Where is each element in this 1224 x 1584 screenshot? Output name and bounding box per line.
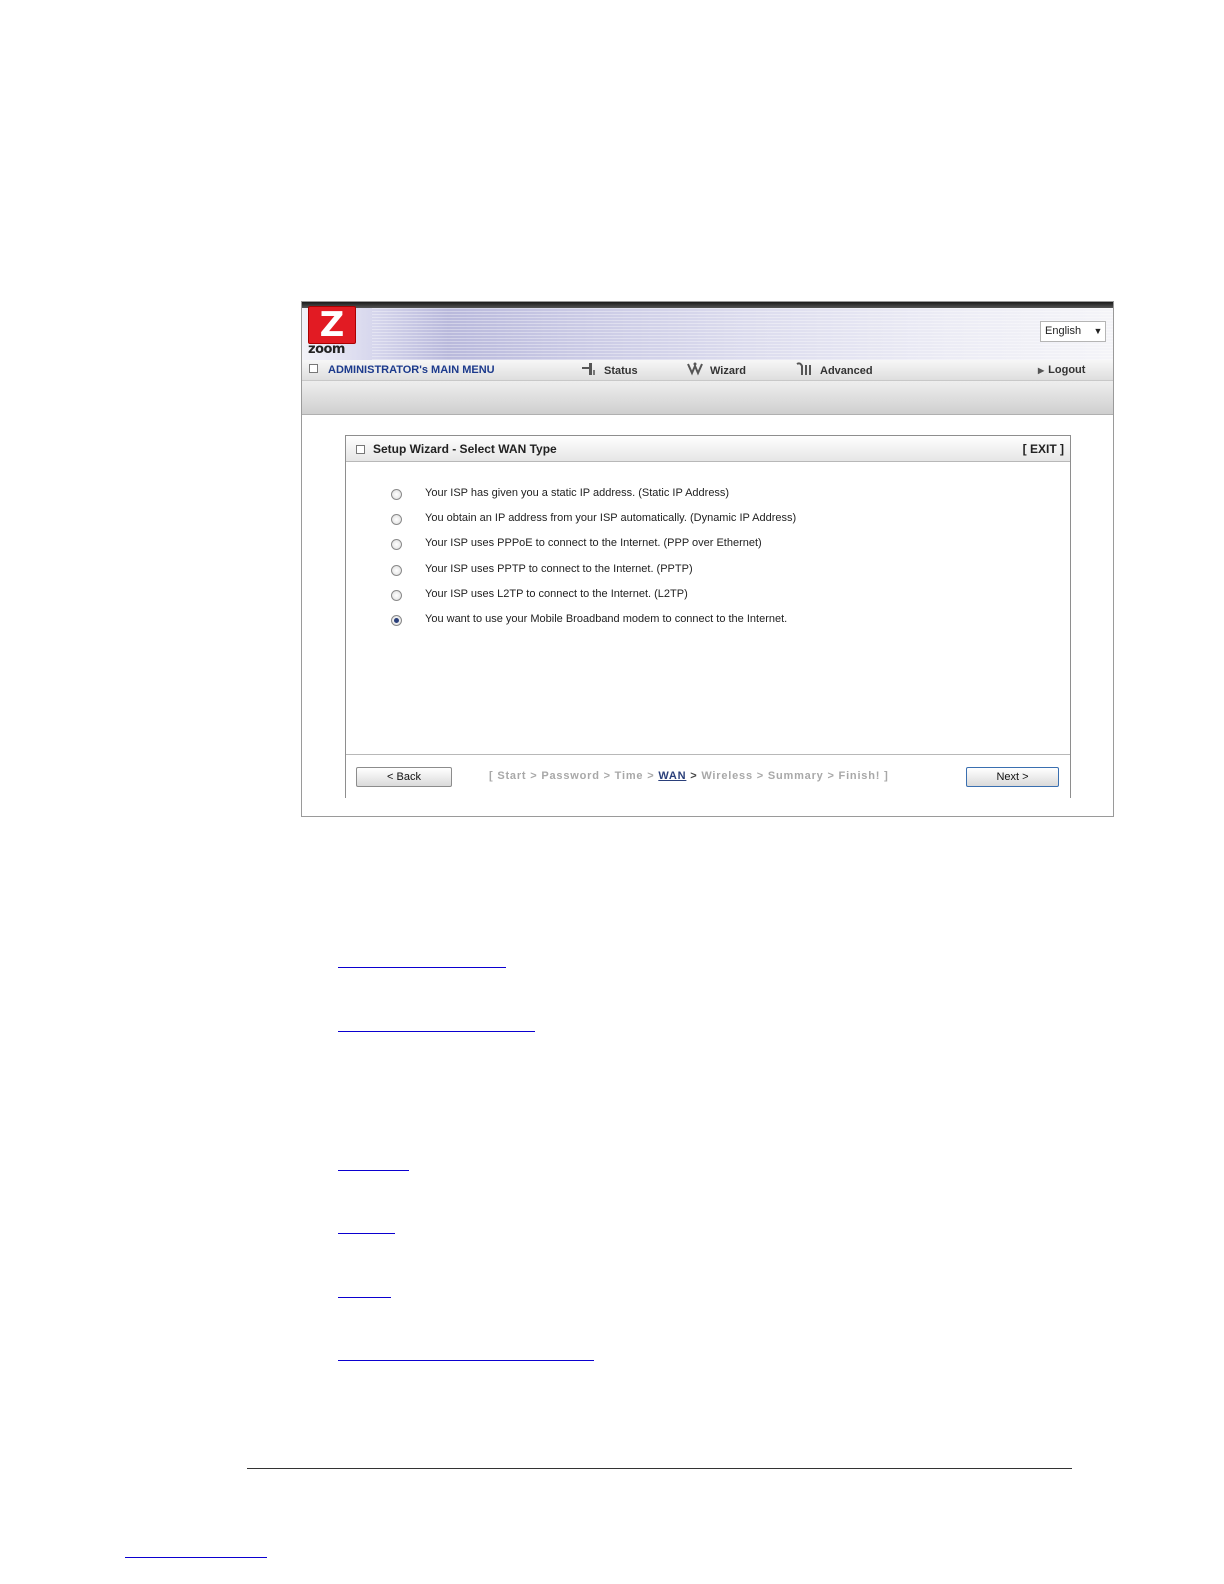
menu-item-status-label: Status [604, 365, 638, 377]
step-separator: > [827, 770, 835, 782]
square-bullet-icon [309, 364, 318, 373]
wan-option-label: Your ISP uses PPTP to connect to the Int… [425, 563, 693, 575]
admin-main-menu-label: ADMINISTRATOR's MAIN MENU [328, 364, 495, 376]
radio-pppoe[interactable] [391, 539, 402, 550]
step-wan-current: WAN [658, 770, 687, 782]
zoom-logo-text: zoom [308, 342, 345, 357]
step-separator: > [690, 770, 698, 782]
wan-option-label: Your ISP uses PPPoE to connect to the In… [425, 537, 762, 549]
main-menu-bar: ADMINISTRATOR's MAIN MENU Status Wizard … [302, 360, 1113, 381]
radio-dynamic-ip[interactable] [391, 514, 402, 525]
step-summary: Summary [767, 770, 824, 782]
wan-option-label: Your ISP has given you a static IP addre… [425, 487, 730, 499]
step-finish: Finish! [838, 770, 881, 782]
doc-link-4[interactable] [338, 1233, 395, 1234]
step-separator: > [756, 770, 764, 782]
sub-toolbar [302, 381, 1113, 415]
zoom-logo-mark: Z [308, 306, 356, 344]
wizard-icon [687, 362, 703, 376]
admin-main-menu[interactable]: ADMINISTRATOR's MAIN MENU [309, 364, 495, 376]
footer-divider [247, 1468, 1072, 1469]
step-separator: > [603, 770, 611, 782]
step-password: Password [541, 770, 600, 782]
caret-right-icon: ▶ [1038, 366, 1045, 375]
footer-link[interactable] [125, 1557, 267, 1558]
menu-item-wizard[interactable]: Wizard [686, 362, 746, 377]
wizard-title: Setup Wizard - Select WAN Type [373, 442, 557, 456]
next-button[interactable]: Next > [966, 767, 1059, 787]
menu-item-advanced[interactable]: Advanced [796, 362, 873, 377]
router-admin-screenshot: Z zoom English ▼ ADMINISTRATOR's MAIN ME… [301, 301, 1114, 817]
radio-l2tp[interactable] [391, 590, 402, 601]
radio-pptp[interactable] [391, 565, 402, 576]
radio-static-ip[interactable] [391, 489, 402, 500]
step-time: Time [614, 770, 644, 782]
logout-link[interactable]: ▶ Logout [1038, 364, 1085, 376]
wizard-header: Setup Wizard - Select WAN Type [ EXIT ] [346, 436, 1070, 462]
steps-close-bracket: ] [884, 770, 889, 782]
radio-mobile-broadband[interactable] [391, 615, 402, 626]
header-pattern [372, 308, 1113, 360]
step-start: Start [497, 770, 527, 782]
step-separator: > [647, 770, 655, 782]
square-bullet-icon [356, 445, 365, 454]
wizard-steps-breadcrumb: [ Start > Password > Time > WAN > Wirele… [489, 770, 889, 782]
language-select[interactable]: English ▼ [1040, 321, 1106, 342]
step-wireless: Wireless [701, 770, 753, 782]
doc-link-1[interactable] [338, 967, 506, 968]
advanced-icon [796, 362, 811, 375]
wizard-exit-link[interactable]: [ EXIT ] [1023, 442, 1064, 456]
wizard-footer: < Back [ Start > Password > Time > WAN >… [346, 754, 1070, 798]
language-select-value: English [1045, 325, 1082, 337]
setup-wizard-panel: Setup Wizard - Select WAN Type [ EXIT ] … [345, 435, 1071, 798]
doc-link-5[interactable] [338, 1297, 391, 1298]
zoom-logo: Z zoom [306, 306, 358, 358]
menu-item-advanced-label: Advanced [820, 365, 873, 377]
steps-open-bracket: [ [489, 770, 494, 782]
doc-link-2[interactable] [338, 1031, 535, 1032]
step-separator: > [530, 770, 538, 782]
header-banner: Z zoom English ▼ [302, 302, 1113, 360]
menu-item-status[interactable]: Status [580, 362, 638, 377]
back-button[interactable]: < Back [356, 767, 452, 787]
wan-option-label: You obtain an IP address from your ISP a… [425, 512, 797, 524]
chevron-down-icon: ▼ [1093, 326, 1103, 336]
menu-item-wizard-label: Wizard [710, 365, 746, 377]
logout-label: Logout [1048, 364, 1086, 376]
wan-option-label: You want to use your Mobile Broadband mo… [425, 613, 788, 625]
status-icon [582, 363, 595, 375]
doc-link-6[interactable] [338, 1360, 594, 1361]
doc-link-3[interactable] [338, 1170, 409, 1171]
wan-option-label: Your ISP uses L2TP to connect to the Int… [425, 588, 688, 600]
